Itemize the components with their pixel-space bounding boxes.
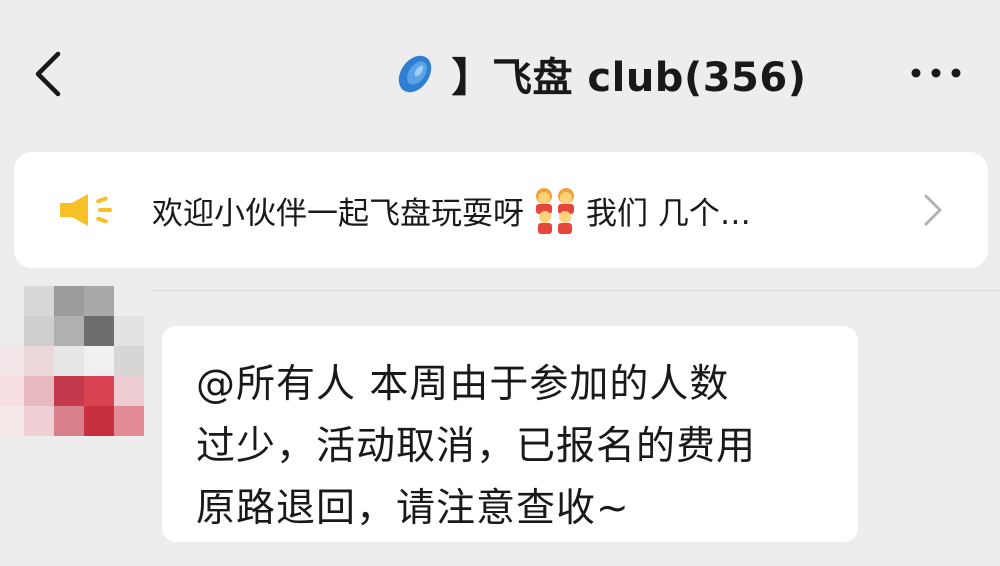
group-announcement[interactable]: 欢迎小伙伴一起飞盘玩耍呀 我们 几个…: [14, 152, 988, 268]
divider: [0, 290, 1000, 291]
speaker-icon: [60, 194, 112, 226]
announcement-text-after: 我们 几个…: [586, 196, 751, 232]
announcement-text-before: 欢迎小伙伴一起飞盘玩耍呀: [152, 196, 524, 232]
chevron-right-icon: [924, 194, 942, 226]
message-line: 原路退回，请注意查收~: [196, 486, 630, 531]
frisbee-icon: [399, 55, 432, 93]
more-dots-icon: [911, 68, 961, 78]
sender-avatar[interactable]: [0, 286, 210, 446]
more-button[interactable]: [908, 58, 964, 88]
pixelated-avatar: [0, 286, 210, 446]
announcement-text: 欢迎小伙伴一起飞盘玩耍呀 我们 几个…: [152, 186, 922, 234]
message-line: 过少，活动取消，已报名的费用: [196, 424, 757, 469]
message-bubble[interactable]: @所有人 本周由于参加的人数 过少，活动取消，已报名的费用 原路退回，请注意查收…: [162, 326, 858, 542]
chat-title[interactable]: 】飞盘 club(356): [0, 44, 1000, 104]
chat-header: 】飞盘 club(356): [0, 0, 1000, 150]
group-title: 】飞盘 club(356): [451, 55, 807, 101]
family-emoji: [536, 188, 574, 234]
message-line: @所有人 本周由于参加的人数: [196, 362, 730, 407]
